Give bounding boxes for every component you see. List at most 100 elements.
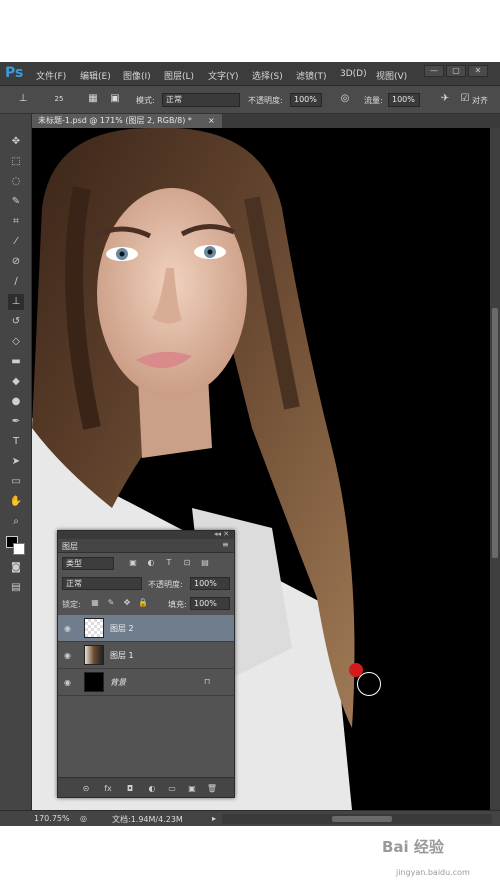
layer-style-icon[interactable]: fx [102,783,114,795]
visibility-eye-icon[interactable]: ◉ [64,624,71,633]
lock-all-icon[interactable]: 🔒 [138,598,148,608]
history-brush-icon[interactable]: ↺ [8,314,24,330]
layers-panel: ◂◂ ✕ 图层 ≡ 类型 ▣ ◐ T ⊡ ▤ 正常 不透明度: 100% 锁定:… [57,530,235,798]
airbrush-icon[interactable]: ✈ [438,92,452,106]
brush-tool-icon[interactable]: / [8,274,24,290]
clone-source-icon[interactable]: ▣ [108,92,122,106]
menu-view[interactable]: 视图(V) [376,69,407,82]
filter-row: 类型 ▣ ◐ T ⊡ ▤ [58,553,234,573]
menu-image[interactable]: 图像(I) [123,69,151,82]
horizontal-scrollbar[interactable] [222,814,492,824]
panel-header[interactable]: ◂◂ ✕ [58,530,234,539]
lock-position-icon[interactable]: ✥ [122,598,132,608]
vertical-scroll-thumb[interactable] [492,308,498,558]
tab-close-icon[interactable]: × [208,114,215,128]
horizontal-scroll-thumb[interactable] [332,816,392,822]
type-tool-icon[interactable]: T [8,434,24,450]
maximize-button[interactable]: ▢ [446,65,466,77]
quick-select-icon[interactable]: ✎ [8,194,24,210]
menu-select[interactable]: 选择(S) [252,69,283,82]
blend-mode-select[interactable]: 正常 [62,577,142,590]
brush-size[interactable]: 25 [52,92,66,106]
status-icon[interactable]: ◎ [80,814,87,823]
adjustment-layer-icon[interactable]: ◐ [146,783,158,795]
visibility-eye-icon[interactable]: ◉ [64,651,71,660]
menu-file[interactable]: 文件(F) [36,69,66,82]
zoom-tool-icon[interactable]: ⌕ [8,514,24,530]
lock-label: 锁定: [62,600,81,609]
gradient-tool-icon[interactable]: ▬ [8,354,24,370]
panel-menu-icon[interactable]: ≡ [222,540,229,549]
layers-tab[interactable]: 图层 [62,541,78,552]
layer-name[interactable]: 图层 1 [110,650,134,661]
lock-transparent-icon[interactable]: ▦ [90,598,100,608]
filter-shape-icon[interactable]: ⊡ [182,558,192,568]
visibility-eye-icon[interactable]: ◉ [64,678,71,687]
filter-type-icon[interactable]: T [164,558,174,568]
layer-row[interactable]: ◉ 背景 ⊓ [58,669,234,696]
document-tab[interactable]: 未标题-1.psd @ 171% (图层 2, RGB/8) * × [32,114,222,128]
layer-thumbnail [84,645,104,665]
document-size: 文档:1.94M/4.23M [112,815,183,824]
filter-type-select[interactable]: 类型 [62,557,114,570]
mode-label: 模式: [136,96,155,105]
add-mask-icon[interactable]: ◘ [124,783,136,795]
filter-smart-icon[interactable]: ▤ [200,558,210,568]
filter-adjust-icon[interactable]: ◐ [146,558,156,568]
quick-mask-icon[interactable]: ◙ [8,560,24,576]
layer-name[interactable]: 图层 2 [110,623,134,634]
shape-tool-icon[interactable]: ▭ [8,474,24,490]
opacity-input[interactable]: 100% [290,93,322,107]
minimize-button[interactable]: — [424,65,444,77]
layer-row[interactable]: ◉ 图层 2 [58,615,234,642]
close-button[interactable]: ✕ [468,65,488,77]
menu-edit[interactable]: 编辑(E) [80,69,111,82]
eyedropper-icon[interactable]: ⁄ [8,234,24,250]
new-layer-icon[interactable]: ▣ [186,783,198,795]
new-group-icon[interactable]: ▭ [166,783,178,795]
zoom-level[interactable]: 170.75% [34,814,70,823]
path-select-icon[interactable]: ➤ [8,454,24,470]
eraser-tool-icon[interactable]: ◇ [8,334,24,350]
link-layers-icon[interactable]: ⊝ [80,783,92,795]
status-menu-arrow-icon[interactable]: ▸ [212,814,216,823]
clone-stamp-icon[interactable]: ⊥ [16,92,30,106]
marquee-tool-icon[interactable]: ⬚ [8,154,24,170]
align-label: 对齐 [472,96,488,105]
menu-type[interactable]: 文字(Y) [208,69,239,82]
flow-label: 流量: [364,96,383,105]
healing-brush-icon[interactable]: ⊘ [8,254,24,270]
delete-layer-icon[interactable]: 🗑 [206,783,218,795]
filter-pixel-icon[interactable]: ▣ [128,558,138,568]
layer-opacity-input[interactable]: 100% [190,577,230,590]
brush-panel-icon[interactable]: ▦ [86,92,100,106]
layer-name[interactable]: 背景 [110,677,126,688]
brush-cursor [357,672,381,696]
photoshop-window: Ps 文件(F) 编辑(E) 图像(I) 图层(L) 文字(Y) 选择(S) 滤… [0,62,500,826]
menu-filter[interactable]: 滤镜(T) [296,69,327,82]
fill-label: 填充: [168,600,187,609]
lock-pixels-icon[interactable]: ✎ [106,598,116,608]
crop-tool-icon[interactable]: ⌗ [8,214,24,230]
menu-3d[interactable]: 3D(D) [340,69,367,79]
vertical-scrollbar[interactable] [490,128,500,810]
move-tool-icon[interactable]: ✥ [8,134,24,150]
document-tab-bar: 未标题-1.psd @ 171% (图层 2, RGB/8) * × [32,114,500,128]
layers-bottom-bar: ⊝ fx ◘ ◐ ▭ ▣ 🗑 [58,777,234,797]
menu-layer[interactable]: 图层(L) [164,69,194,82]
mode-select[interactable]: 正常 [162,93,240,107]
lasso-tool-icon[interactable]: ◌ [8,174,24,190]
hand-tool-icon[interactable]: ✋ [8,494,24,510]
dodge-tool-icon[interactable]: ● [8,394,24,410]
background-color-swatch[interactable] [13,543,25,555]
flow-input[interactable]: 100% [388,93,420,107]
pressure-opacity-icon[interactable]: ◎ [338,92,352,106]
fill-input[interactable]: 100% [190,597,230,610]
blur-tool-icon[interactable]: ◆ [8,374,24,390]
pen-tool-icon[interactable]: ✒ [8,414,24,430]
layer-row[interactable]: ◉ 图层 1 [58,642,234,669]
clone-stamp-tool-icon[interactable]: ⊥ [8,294,24,310]
screen-mode-icon[interactable]: ▤ [8,580,24,596]
align-checkbox[interactable]: ☑ [458,92,472,106]
collapse-icon[interactable]: ◂◂ ✕ [214,530,229,538]
